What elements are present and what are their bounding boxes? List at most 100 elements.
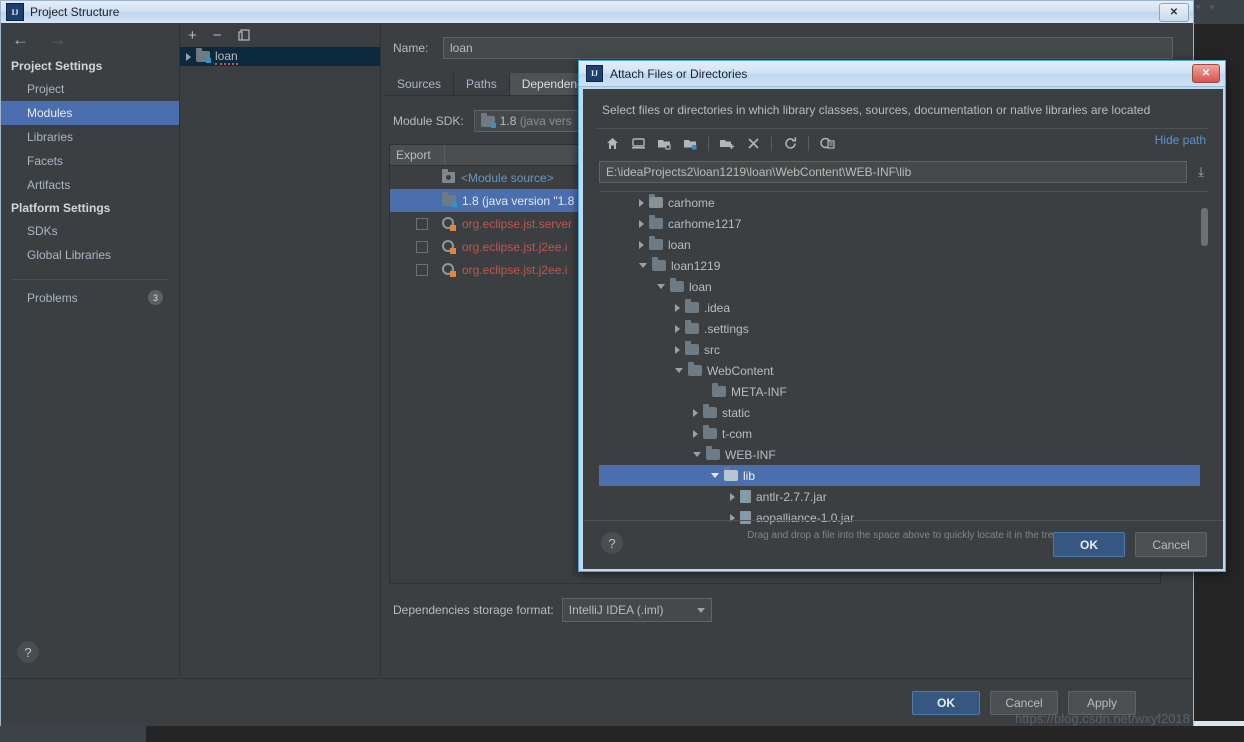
- tree-row[interactable]: loan1219: [599, 255, 1209, 276]
- tree-row[interactable]: .idea: [599, 297, 1209, 318]
- export-checkbox[interactable]: [416, 240, 428, 253]
- tree-row[interactable]: static: [599, 402, 1209, 423]
- toolbar-divider: [708, 135, 709, 151]
- tree-row[interactable]: WebContent: [599, 360, 1209, 381]
- tree-row[interactable]: t-com: [599, 423, 1209, 444]
- sidebar-item-libraries[interactable]: Libraries: [1, 125, 179, 149]
- ok-button[interactable]: OK: [912, 691, 980, 715]
- module-sdk-label: Module SDK:: [393, 114, 464, 128]
- delete-icon[interactable]: [740, 132, 766, 154]
- path-input[interactable]: E:\ideaProjects2\loan1219\loan\WebConten…: [599, 161, 1187, 183]
- sidebar-item-artifacts[interactable]: Artifacts: [1, 173, 179, 197]
- dialog-footer: ? OK Cancel: [583, 520, 1223, 569]
- tab-paths[interactable]: Paths: [454, 73, 510, 95]
- window-title: Project Structure: [30, 5, 120, 19]
- tree-scrollbar[interactable]: [1200, 192, 1209, 528]
- sidebar-item-project[interactable]: Project: [1, 77, 179, 101]
- tree-row[interactable]: WEB-INF: [599, 444, 1209, 465]
- expand-triangle-icon[interactable]: [675, 345, 680, 354]
- expand-triangle-icon[interactable]: [693, 408, 698, 417]
- path-row: E:\ideaProjects2\loan1219\loan\WebConten…: [599, 161, 1209, 183]
- export-checkbox[interactable]: [416, 263, 428, 276]
- collapse-triangle-icon[interactable]: [657, 284, 665, 289]
- column-header-export: Export: [390, 145, 445, 165]
- home-icon[interactable]: [599, 132, 625, 154]
- attach-files-dialog: IJ Attach Files or Directories ✕ Select …: [578, 60, 1226, 572]
- tree-row[interactable]: loan: [599, 234, 1209, 255]
- hide-path-link[interactable]: Hide path: [1155, 133, 1206, 147]
- sidebar-item-problems[interactable]: Problems 3: [1, 280, 179, 305]
- tree-row[interactable]: src: [599, 339, 1209, 360]
- expand-triangle-icon[interactable]: [639, 198, 644, 207]
- expand-triangle-icon[interactable]: [693, 429, 698, 438]
- module-folder-icon[interactable]: [677, 132, 703, 154]
- refresh-icon[interactable]: [777, 132, 803, 154]
- dialog-titlebar: IJ Attach Files or Directories ✕: [579, 61, 1225, 87]
- name-label: Name:: [393, 41, 429, 55]
- storage-format-select[interactable]: IntelliJ IDEA (.iml): [561, 598, 712, 622]
- tree-item-label: .settings: [704, 321, 749, 336]
- path-dropdown-icon[interactable]: ⤓: [1193, 164, 1209, 180]
- sidebar-item-sdks[interactable]: SDKs: [1, 219, 179, 243]
- tree-item-label: loan: [668, 237, 691, 252]
- help-button[interactable]: ?: [17, 641, 39, 663]
- file-tree[interactable]: carhome carhome1217 loan loan1219 loan .…: [599, 191, 1209, 528]
- desktop-icon[interactable]: [625, 132, 651, 154]
- folder-icon: [703, 404, 717, 418]
- dependency-label: 1.8 (java version "1.8: [462, 193, 575, 208]
- tree-row[interactable]: .settings: [599, 318, 1209, 339]
- tree-row[interactable]: carhome1217: [599, 213, 1209, 234]
- tree-item-label: carhome1217: [668, 216, 742, 231]
- tree-row[interactable]: carhome: [599, 192, 1209, 213]
- module-name-label: loan: [215, 48, 238, 65]
- dialog-close-button[interactable]: ✕: [1192, 64, 1220, 83]
- expand-triangle-icon[interactable]: [675, 324, 680, 333]
- copy-module-icon[interactable]: [237, 28, 251, 42]
- forward-arrow-icon[interactable]: →: [49, 31, 66, 48]
- collapse-triangle-icon[interactable]: [675, 368, 683, 373]
- expand-triangle-icon[interactable]: [675, 303, 680, 312]
- collapse-triangle-icon[interactable]: [711, 473, 719, 478]
- dialog-ok-button[interactable]: OK: [1053, 532, 1125, 557]
- export-checkbox[interactable]: [416, 217, 428, 230]
- collapse-triangle-icon[interactable]: [693, 452, 701, 457]
- tree-row[interactable]: loan: [599, 276, 1209, 297]
- background-icons: ▾▾: [1196, 2, 1224, 12]
- dialog-cancel-button[interactable]: Cancel: [1135, 532, 1207, 557]
- remove-module-icon[interactable]: −: [213, 28, 222, 43]
- tab-sources[interactable]: Sources: [385, 73, 455, 95]
- scrollbar-thumb[interactable]: [1201, 208, 1208, 246]
- back-arrow-icon[interactable]: ←: [12, 31, 29, 48]
- expand-triangle-icon[interactable]: [639, 219, 644, 228]
- sidebar-group-project-settings: Project Settings: [11, 59, 103, 73]
- module-name-input[interactable]: loan: [443, 37, 1173, 59]
- dialog-title: Attach Files or Directories: [610, 66, 748, 81]
- storage-format-value: IntelliJ IDEA (.iml): [568, 603, 664, 617]
- settings-sidebar: ← → Project Settings Project Modules Lib…: [1, 23, 180, 677]
- tree-item-label: META-INF: [731, 384, 787, 399]
- collapse-triangle-icon[interactable]: [639, 263, 647, 268]
- expand-triangle-icon[interactable]: [730, 492, 735, 501]
- new-folder-icon[interactable]: [714, 132, 740, 154]
- tree-row[interactable]: META-INF: [599, 381, 1209, 402]
- sidebar-item-global-libraries[interactable]: Global Libraries: [1, 243, 179, 267]
- window-close-button[interactable]: ✕: [1159, 3, 1189, 22]
- tree-row[interactable]: lib: [599, 465, 1209, 486]
- show-hidden-icon[interactable]: [814, 132, 840, 154]
- expand-triangle-icon[interactable]: [186, 52, 191, 61]
- taskbar-left: [0, 726, 146, 742]
- sidebar-item-facets[interactable]: Facets: [1, 149, 179, 173]
- sidebar-item-modules[interactable]: Modules: [1, 101, 179, 125]
- project-folder-icon[interactable]: [651, 132, 677, 154]
- sdk-icon: [442, 192, 457, 207]
- module-source-icon: [442, 169, 455, 183]
- sidebar-group-platform-settings: Platform Settings: [11, 201, 111, 215]
- problems-count-badge: 3: [148, 290, 163, 305]
- module-tree-row-loan[interactable]: loan: [180, 47, 380, 66]
- dependency-label: org.eclipse.jst.j2ee.i: [462, 239, 568, 254]
- tree-row[interactable]: antlr-2.7.7.jar: [599, 486, 1209, 507]
- dialog-help-button[interactable]: ?: [601, 532, 623, 554]
- expand-triangle-icon[interactable]: [639, 240, 644, 249]
- dependency-label: org.eclipse.jst.server: [462, 216, 573, 231]
- add-module-icon[interactable]: +: [188, 28, 197, 43]
